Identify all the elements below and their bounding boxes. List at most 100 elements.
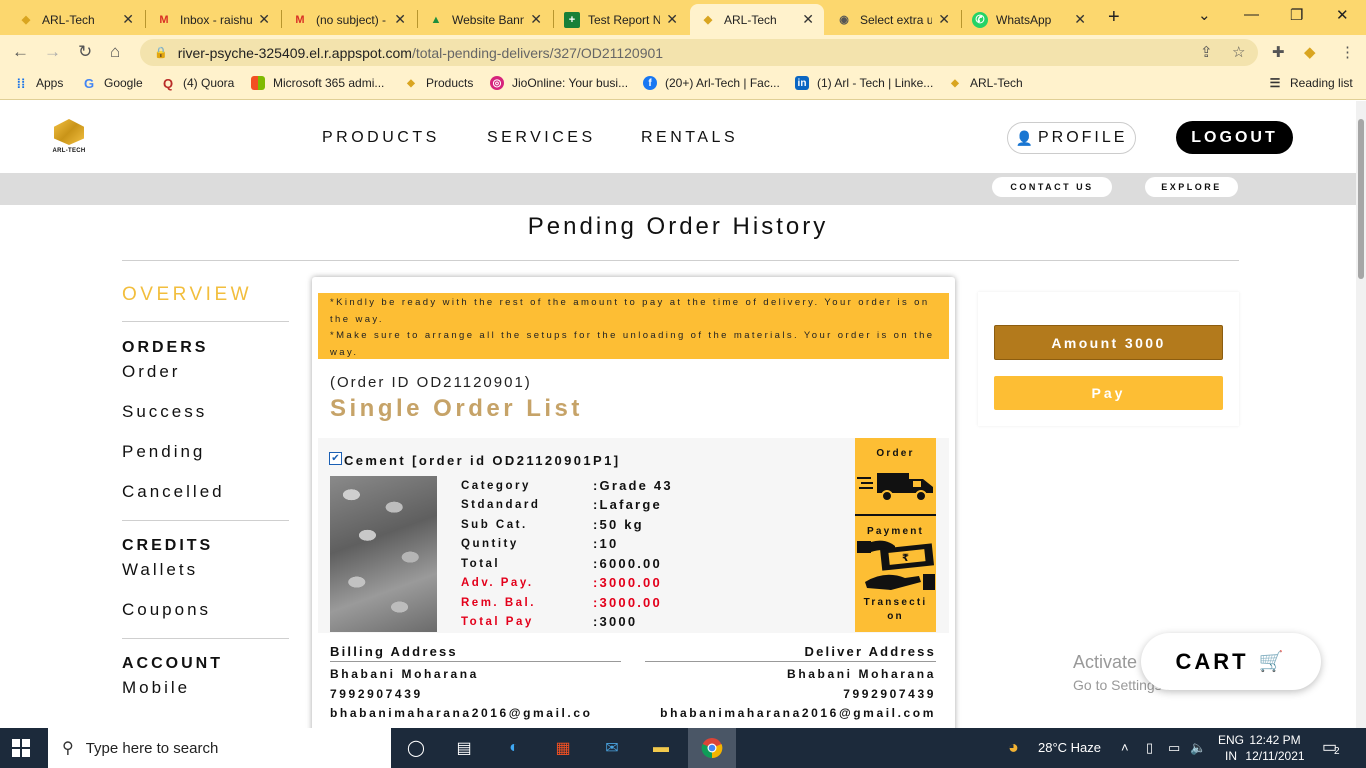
battery-icon[interactable]: ▯ (1146, 740, 1153, 756)
close-icon[interactable]: ✕ (666, 11, 678, 28)
tab-search-chevron-icon[interactable]: ⌄ (1198, 6, 1211, 24)
chrome-icon[interactable] (698, 734, 726, 762)
address-toolbar: ← → ↻ ⌂ 🔒 river-psyche-325409.el.r.appsp… (0, 35, 1366, 69)
tab-gmail-inbox[interactable]: M Inbox - raishu ✕ (146, 4, 280, 35)
spec-label-advance: Adv. Pay. (461, 577, 534, 589)
back-arrow-icon[interactable]: ← (12, 42, 29, 62)
language-indicator[interactable]: ENG IN (1218, 732, 1244, 764)
task-view-icon[interactable]: ▤ (450, 734, 478, 762)
explore-button[interactable]: EXPLORE (1145, 177, 1238, 197)
address-bar[interactable]: 🔒 river-psyche-325409.el.r.appspot.com/t… (140, 39, 1258, 66)
bookmark-microsoft365[interactable]: Microsoft 365 admi... (251, 76, 384, 90)
cart-button[interactable]: CART 🛒 (1141, 633, 1321, 690)
sidebar-item-cancelled[interactable]: Cancelled (122, 482, 289, 502)
edge-browser-icon[interactable]: ◐ (500, 734, 528, 762)
forward-arrow-icon[interactable]: → (44, 42, 61, 62)
star-bookmark-icon[interactable]: ☆ (1232, 43, 1245, 61)
close-icon[interactable]: ✕ (258, 11, 270, 28)
close-icon[interactable]: ✕ (938, 11, 950, 28)
spec-label: Sub Cat. (461, 519, 528, 531)
bookmark-google[interactable]: G Google (82, 76, 143, 91)
spec-value: :Grade 43 (593, 478, 673, 493)
windows-taskbar: ⚲ Type here to search ◯ ▤ ◐ ▦ ✉ ▬ ◕ 28°C… (0, 728, 1366, 768)
scrollbar-thumb[interactable] (1358, 119, 1364, 279)
new-tab-plus-icon[interactable]: + (1108, 6, 1120, 29)
bookmark-apps[interactable]: ⁞⁞ Apps (14, 76, 64, 91)
svg-text:₹: ₹ (902, 553, 909, 564)
arl-logo-icon: ◆ (951, 77, 959, 89)
microsoft-store-icon[interactable]: ▦ (549, 734, 577, 762)
nav-rentals[interactable]: RENTALS (641, 129, 738, 147)
bookmark-arl-tech[interactable]: ◆ ARL-Tech (948, 76, 1023, 90)
home-icon[interactable]: ⌂ (110, 42, 120, 62)
file-explorer-icon[interactable]: ▬ (647, 734, 675, 762)
profile-button[interactable]: 👤 PROFILE (1007, 122, 1136, 154)
contact-us-button[interactable]: CONTACT US (992, 177, 1112, 197)
tab-gmail-no-subject[interactable]: M (no subject) - ✕ (282, 4, 416, 35)
bookmark-products[interactable]: ◆ Products (404, 76, 473, 90)
minimize-icon[interactable]: — (1244, 6, 1259, 23)
bookmark-quora[interactable]: Q (4) Quora (161, 76, 234, 91)
tab-whatsapp[interactable]: ✆ WhatsApp ✕ (962, 4, 1096, 35)
sidebar-overview[interactable]: OVERVIEW (122, 284, 289, 306)
order-status-column: Order Payment ₹ Transecti on (855, 438, 936, 632)
page-scrollbar[interactable] (1356, 101, 1366, 728)
menu-kebab-icon[interactable]: ⋮ (1340, 43, 1355, 61)
delivery-truck-icon (857, 473, 933, 502)
lang-secondary: IN (1225, 749, 1237, 763)
close-icon[interactable]: ✕ (802, 11, 814, 28)
sidebar-item-coupons[interactable]: Coupons (122, 600, 289, 620)
nav-products[interactable]: PRODUCTS (322, 129, 440, 147)
reload-icon[interactable]: ↻ (78, 42, 92, 62)
network-icon[interactable]: ▭ (1168, 740, 1180, 756)
tab-select-extra[interactable]: ◉ Select extra u ✕ (826, 4, 960, 35)
tab-title: Inbox - raishu (180, 12, 253, 27)
share-icon[interactable]: ⇪ (1200, 43, 1213, 61)
sidebar-item-pending[interactable]: Pending (122, 442, 289, 462)
weather-text[interactable]: 28°C Haze (1038, 740, 1101, 755)
item-name: Cement [order id OD21120901P1] (344, 453, 621, 468)
sidebar-item-order[interactable]: Order (122, 362, 289, 382)
bookmark-label: Google (104, 76, 143, 90)
tab-arl-tech-active[interactable]: ◆ ARL-Tech ✕ (690, 4, 824, 35)
volume-icon[interactable]: 🔈 (1190, 740, 1206, 756)
windows-start-icon[interactable] (12, 739, 30, 757)
tray-chevron-icon[interactable]: ˄ (1121, 740, 1129, 755)
sidebar-item-mobile[interactable]: Mobile (122, 678, 289, 698)
cement-bags-image (330, 476, 437, 632)
window-close-icon[interactable]: ✕ (1336, 6, 1349, 24)
spec-value: :50 kg (593, 517, 644, 532)
taskbar-search-box[interactable]: ⚲ Type here to search (48, 728, 391, 768)
tab-test-report[interactable]: + Test Report N ✕ (554, 4, 688, 35)
close-icon[interactable]: ✕ (1074, 11, 1086, 28)
tab-website-banner[interactable]: ▲ Website Bann ✕ (418, 4, 552, 35)
logout-button[interactable]: LOGOUT (1176, 121, 1293, 154)
system-clock[interactable]: 12:42 PM 12/11/2021 (1245, 732, 1305, 764)
cortana-icon[interactable]: ◯ (402, 734, 430, 762)
close-icon[interactable]: ✕ (122, 11, 134, 28)
reading-list-button[interactable]: ☰ Reading list (1268, 76, 1353, 90)
mail-icon[interactable]: ✉ (598, 734, 626, 762)
sidebar-item-success[interactable]: Success (122, 402, 289, 422)
account-sidebar: OVERVIEW ORDERS Order Success Pending Ca… (122, 284, 289, 698)
sidebar-divider (122, 520, 289, 521)
bookmark-linkedin[interactable]: in (1) Arl - Tech | Linke... (795, 76, 933, 90)
nav-services[interactable]: SERVICES (487, 129, 596, 147)
close-icon[interactable]: ✕ (530, 11, 542, 28)
pay-button[interactable]: Pay (994, 376, 1223, 410)
site-logo[interactable]: ARL-TECH (52, 119, 86, 154)
close-icon[interactable]: ✕ (394, 11, 406, 28)
linkedin-icon: in (795, 76, 809, 90)
item-checkbox[interactable]: ✔ (329, 452, 342, 465)
restore-icon[interactable]: ❐ (1290, 6, 1303, 24)
bookmark-label: (1) Arl - Tech | Linke... (817, 76, 934, 90)
weather-icon[interactable]: ◕ (1008, 737, 1019, 758)
bookmark-jioonline[interactable]: ◎ JioOnline: Your busi... (490, 76, 628, 90)
tab-arl-tech-1[interactable]: ◆ ARL-Tech ✕ (8, 4, 144, 35)
arl-extension-icon[interactable]: ◆ (1304, 43, 1316, 61)
amount-display-button[interactable]: Amount 3000 (994, 325, 1223, 360)
bookmark-facebook[interactable]: f (20+) Arl-Tech | Fac... (643, 76, 780, 90)
deliver-name: Bhabani Moharana (787, 667, 936, 681)
extensions-puzzle-icon[interactable]: ✚ (1272, 43, 1285, 61)
sidebar-item-wallets[interactable]: Wallets (122, 560, 289, 580)
